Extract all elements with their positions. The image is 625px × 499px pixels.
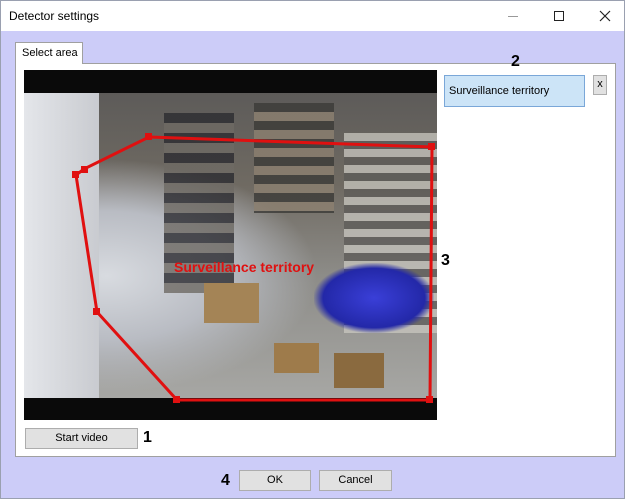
close-icon bbox=[599, 10, 611, 22]
callout-1: 1 bbox=[143, 429, 152, 446]
delete-area-button[interactable]: x bbox=[593, 75, 607, 95]
zone-label: Surveillance territory bbox=[174, 259, 315, 275]
callout-2: 2 bbox=[511, 53, 520, 70]
callout-4: 4 bbox=[221, 472, 230, 489]
cancel-button[interactable]: Cancel bbox=[319, 470, 392, 491]
title-bar: Detector settings bbox=[1, 1, 624, 31]
close-button[interactable] bbox=[582, 1, 625, 31]
minimize-button[interactable] bbox=[490, 1, 536, 31]
ok-button[interactable]: OK bbox=[239, 470, 311, 491]
start-video-button[interactable]: Start video bbox=[25, 428, 138, 449]
zone-vertex bbox=[72, 171, 79, 178]
zone-vertex bbox=[173, 396, 180, 403]
zone-vertex bbox=[93, 308, 100, 315]
detector-settings-window: Detector settings Select area Surveillan… bbox=[0, 0, 625, 499]
zone-vertex bbox=[428, 143, 435, 150]
tab-select-area[interactable]: Select area bbox=[15, 42, 83, 64]
zone-overlay[interactable] bbox=[24, 70, 437, 420]
minimize-icon bbox=[508, 15, 518, 17]
callout-3: 3 bbox=[441, 252, 450, 269]
window-title: Detector settings bbox=[9, 9, 100, 23]
maximize-button[interactable] bbox=[536, 1, 582, 31]
maximize-icon bbox=[554, 11, 564, 21]
zone-vertex bbox=[81, 166, 88, 173]
zone-vertex bbox=[145, 133, 152, 140]
video-view[interactable]: Surveillance territory bbox=[24, 70, 437, 420]
zone-vertex bbox=[426, 396, 433, 403]
area-list-item[interactable]: Surveillance territory bbox=[444, 75, 585, 107]
